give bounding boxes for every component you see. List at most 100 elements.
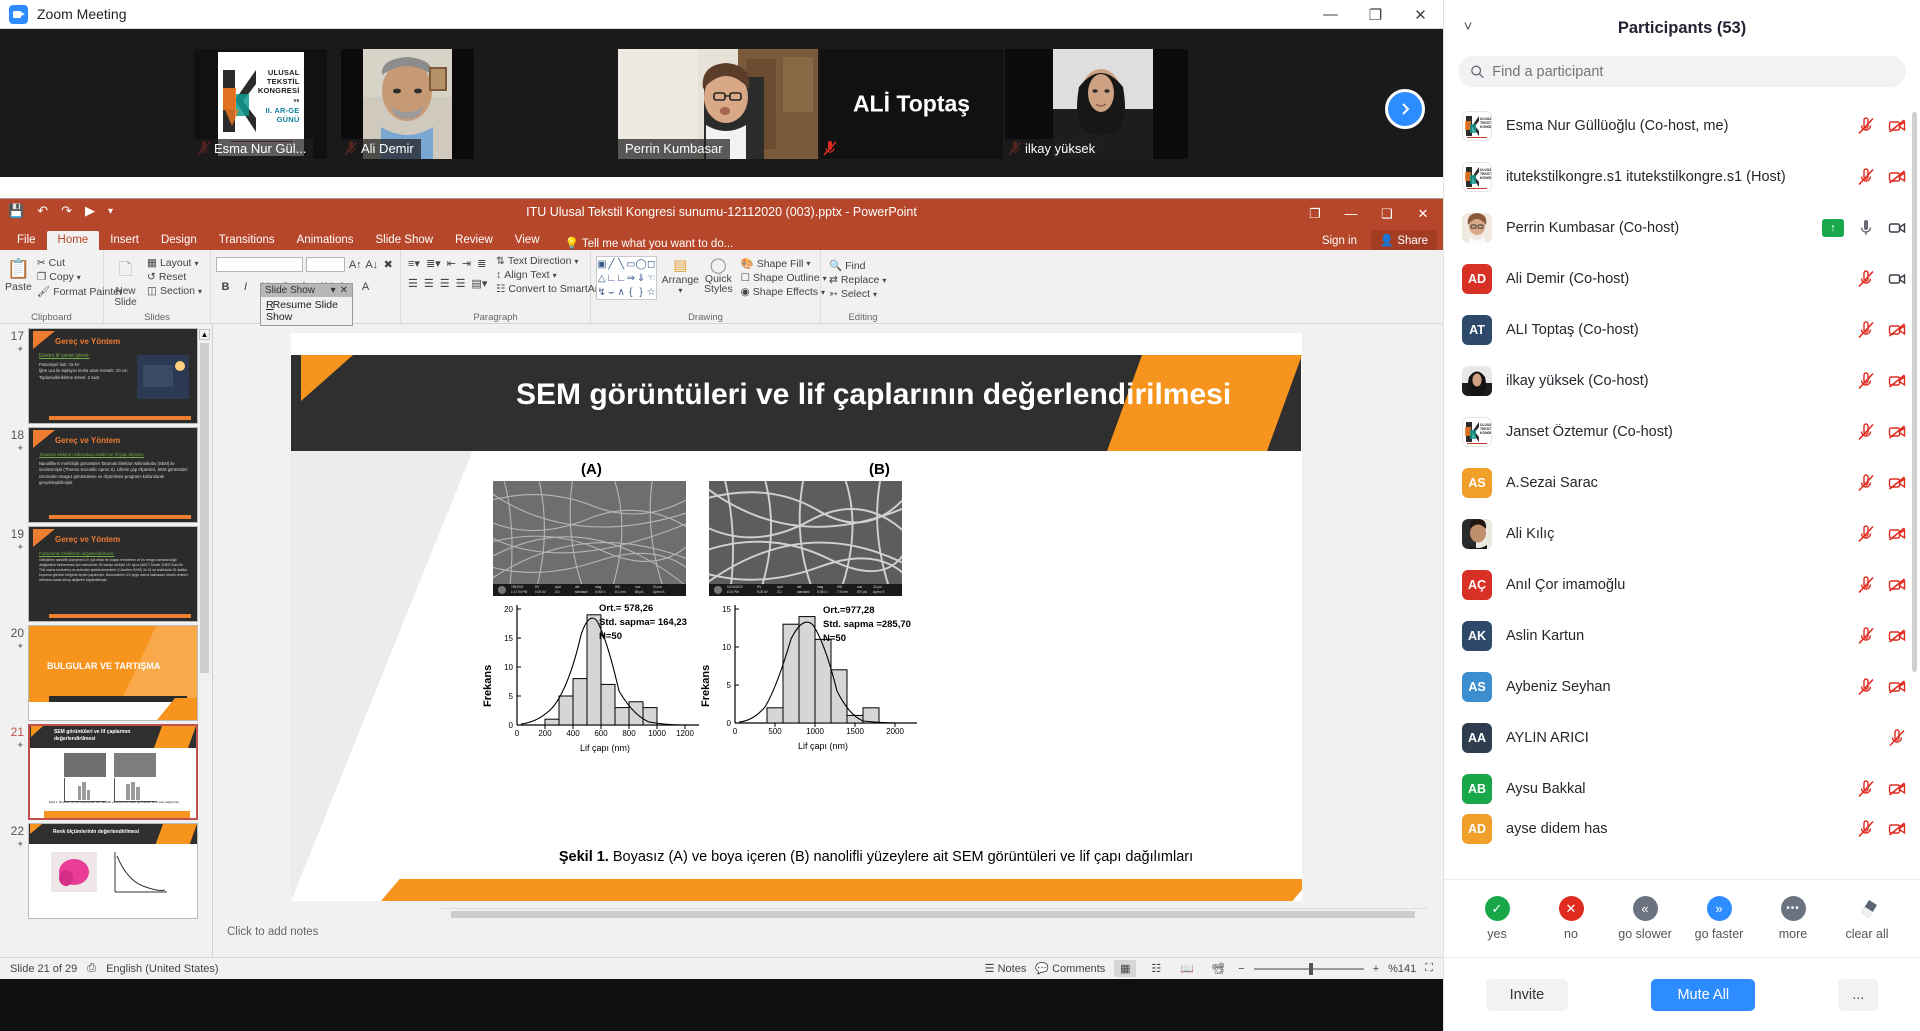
columns-button[interactable]: ▤▾ [472, 277, 488, 290]
slide-sorter-icon[interactable]: ☷ [1145, 960, 1167, 977]
justify-button[interactable]: ☰ [456, 277, 466, 290]
font-size-select[interactable] [305, 257, 346, 272]
mic-muted-icon[interactable] [1857, 677, 1875, 696]
current-slide[interactable]: SEM görüntüleri ve lif çaplarının değerl… [291, 333, 1302, 901]
video-off-icon[interactable] [1888, 474, 1906, 492]
thumbnail-item-20[interactable]: 20 ✦ BULGULAR VE TARTIŞMA [0, 622, 212, 721]
slideshow-icon[interactable]: 📽 [1207, 960, 1229, 977]
participant-row[interactable]: AÇ Anıl Çor imamoğlu [1444, 559, 1920, 610]
thumbnail-preview[interactable]: Gereç ve Yöntem Taramalı elektron mikros… [28, 427, 198, 523]
zoom-slider[interactable] [1253, 962, 1364, 975]
thumbnail-item-22[interactable]: 22 ✦ Renk ölçümlerinin değerlendirilmesi [0, 820, 212, 919]
scroll-up-arrow-icon[interactable]: ▲ [199, 329, 210, 340]
thumbnail-preview-selected[interactable]: SEM görüntüleri ve lif çaplarının değerl… [28, 724, 198, 820]
reaction-clear-all[interactable]: clear all [1832, 896, 1902, 941]
mic-muted-icon[interactable] [1857, 320, 1875, 339]
tab-view[interactable]: View [504, 231, 551, 250]
select-button[interactable]: ➳ Select ▾ [826, 287, 900, 301]
language-indicator[interactable]: English (United States) [106, 963, 219, 975]
participant-row[interactable]: ilkay yüksek (Co-host) [1444, 355, 1920, 406]
mic-muted-icon[interactable] [1857, 116, 1875, 135]
participant-row[interactable]: Perrin Kumbasar (Co-host) ↑ [1444, 202, 1920, 253]
shape-effects-button[interactable]: ◉ Shape Effects ▾ [738, 285, 830, 299]
shape-fill-button[interactable]: 🎨 Shape Fill ▾ [738, 256, 830, 271]
increase-indent-button[interactable]: ⇥ [462, 257, 471, 270]
participant-row[interactable]: AS Aybeniz Seyhan [1444, 661, 1920, 712]
figure-caption[interactable]: Şekil 1. Boyasız (A) ve boya içeren (B) … [456, 849, 1296, 865]
layout-button[interactable]: ▦ Layout ▾ [144, 256, 205, 270]
thumbnail-item-21[interactable]: 21 ✦ SEM görüntüleri ve lif çaplarının de… [0, 721, 212, 820]
zoom-level-label[interactable]: %141 [1388, 963, 1416, 975]
reaction-yes[interactable]: ✓ yes [1462, 896, 1532, 941]
chevron-down-icon[interactable]: ˅ [1456, 14, 1480, 38]
maximize-button[interactable]: ❐ [1353, 0, 1398, 29]
video-off-icon[interactable] [1888, 678, 1906, 696]
mic-muted-icon[interactable] [1857, 371, 1875, 390]
video-tile-ali-toptas[interactable]: ALİ Toptaş [820, 49, 1003, 159]
reading-view-icon[interactable]: 📖 [1176, 960, 1198, 977]
video-on-icon[interactable] [1888, 270, 1906, 288]
participants-list[interactable]: ULUSALTEKSTİLKONGRESİ Esma Nur Güllüoğlu… [1444, 100, 1920, 879]
thumbnail-preview[interactable]: Gereç ve Yöntem Elektro lif çekim işlemi… [28, 328, 198, 424]
tab-design[interactable]: Design [150, 231, 208, 250]
video-tile-esma-nur[interactable]: ULUSAL TEKSTİL KONGRESİ ve II. AR-GE GÜN… [194, 49, 327, 159]
paste-button[interactable]: 📋 Paste [5, 253, 32, 299]
tab-insert[interactable]: Insert [99, 231, 150, 250]
participant-row[interactable]: AT ALİ Toptaş (Co-host) [1444, 304, 1920, 355]
thumbnail-scrollbar[interactable]: ▲ ▼ [199, 329, 210, 975]
thumbnail-item-17[interactable]: 17 ✦ Gereç ve Yöntem Elektro lif çekim iş… [0, 325, 212, 424]
mic-muted-icon[interactable] [1857, 820, 1875, 838]
decrease-font-size-button[interactable]: A↓ [365, 257, 379, 272]
reaction-go-slower[interactable]: « go slower [1610, 896, 1680, 941]
video-off-icon[interactable] [1888, 423, 1906, 441]
mic-muted-icon[interactable] [1857, 167, 1875, 186]
video-off-icon[interactable] [1888, 576, 1906, 594]
bold-button[interactable]: B [218, 279, 233, 294]
thumbnail-item-19[interactable]: 19 ✦ Gereç ve Yöntem Fotokromik özellikle… [0, 523, 212, 622]
slide-counter[interactable]: Slide 21 of 29 [10, 963, 77, 975]
mic-muted-icon[interactable] [1888, 728, 1906, 747]
more-options-button[interactable]: ... [1838, 978, 1879, 1011]
participant-row[interactable]: AA AYLİN ARICI [1444, 712, 1920, 763]
search-input[interactable] [1492, 63, 1894, 80]
tab-review[interactable]: Review [444, 231, 504, 250]
thumbnail-preview[interactable]: Gereç ve Yöntem Fotokromik özelliklerin … [28, 526, 198, 622]
slide-title[interactable]: SEM görüntüleri ve lif çaplarının değerl… [516, 375, 1236, 414]
comments-button[interactable]: 💬 Comments [1035, 962, 1105, 975]
accessibility-icon[interactable]: ⎙ [87, 962, 96, 975]
video-tile-ilkay-yuksek[interactable]: ilkay yüksek [1005, 49, 1188, 159]
new-slide-button[interactable]: 🗋 New Slide [109, 253, 142, 308]
scroll-thumb[interactable] [200, 343, 209, 673]
video-off-icon[interactable] [1888, 525, 1906, 543]
ppt-restore-button[interactable]: ❑ [1369, 199, 1405, 228]
ppt-minimize-button[interactable]: — [1333, 199, 1369, 228]
increase-font-size-button[interactable]: A↑ [348, 257, 362, 272]
raise-hand-badge[interactable]: ↑ [1822, 218, 1844, 237]
shape-gallery[interactable]: ▣ ╱ ╲ ▭ ◯ ◻ △ ∟ ∟ ⇒ ⇓ ☜ ↯ ⌣ ∧{} ☆ [596, 256, 657, 300]
ppt-close-button[interactable]: ✕ [1405, 199, 1441, 228]
line-spacing-button[interactable]: ≣ [477, 257, 486, 270]
video-on-icon[interactable] [1888, 219, 1906, 237]
minimize-button[interactable]: — [1308, 0, 1353, 29]
chevron-down-icon[interactable]: ▾ [331, 285, 336, 296]
horizontal-scrollbar[interactable] [439, 908, 1427, 919]
bullets-button[interactable]: ≡▾ [408, 257, 420, 270]
mic-muted-icon[interactable] [1857, 422, 1875, 441]
participants-scrollbar[interactable] [1912, 112, 1917, 672]
mic-muted-icon[interactable] [1857, 779, 1875, 798]
normal-view-icon[interactable]: ▦ [1114, 960, 1137, 977]
tab-home[interactable]: Home [46, 231, 100, 250]
thumbnail-preview[interactable]: BULGULAR VE TARTIŞMA [28, 625, 198, 721]
reaction-more[interactable]: ••• more [1758, 896, 1828, 941]
participant-row[interactable]: Ali Kılıç [1444, 508, 1920, 559]
participant-row[interactable]: ULUSALTEKSTİLKONGRESİ Janset Öztemur (Co… [1444, 406, 1920, 457]
slide-thumbnail-pane[interactable]: 17 ✦ Gereç ve Yöntem Elektro lif çekim iş… [0, 325, 213, 979]
invite-button[interactable]: Invite [1485, 978, 1569, 1011]
font-color-button[interactable]: A [358, 279, 373, 294]
video-off-icon[interactable] [1888, 372, 1906, 390]
participant-row[interactable]: AD Ali Demir (Co-host) [1444, 253, 1920, 304]
section-button[interactable]: ◫ Section ▾ [144, 284, 205, 298]
video-tile-perrin-kumbasar[interactable]: Perrin Kumbasar [618, 49, 818, 159]
tab-animations[interactable]: Animations [286, 231, 365, 250]
chevron-right-icon[interactable] [1385, 89, 1425, 129]
